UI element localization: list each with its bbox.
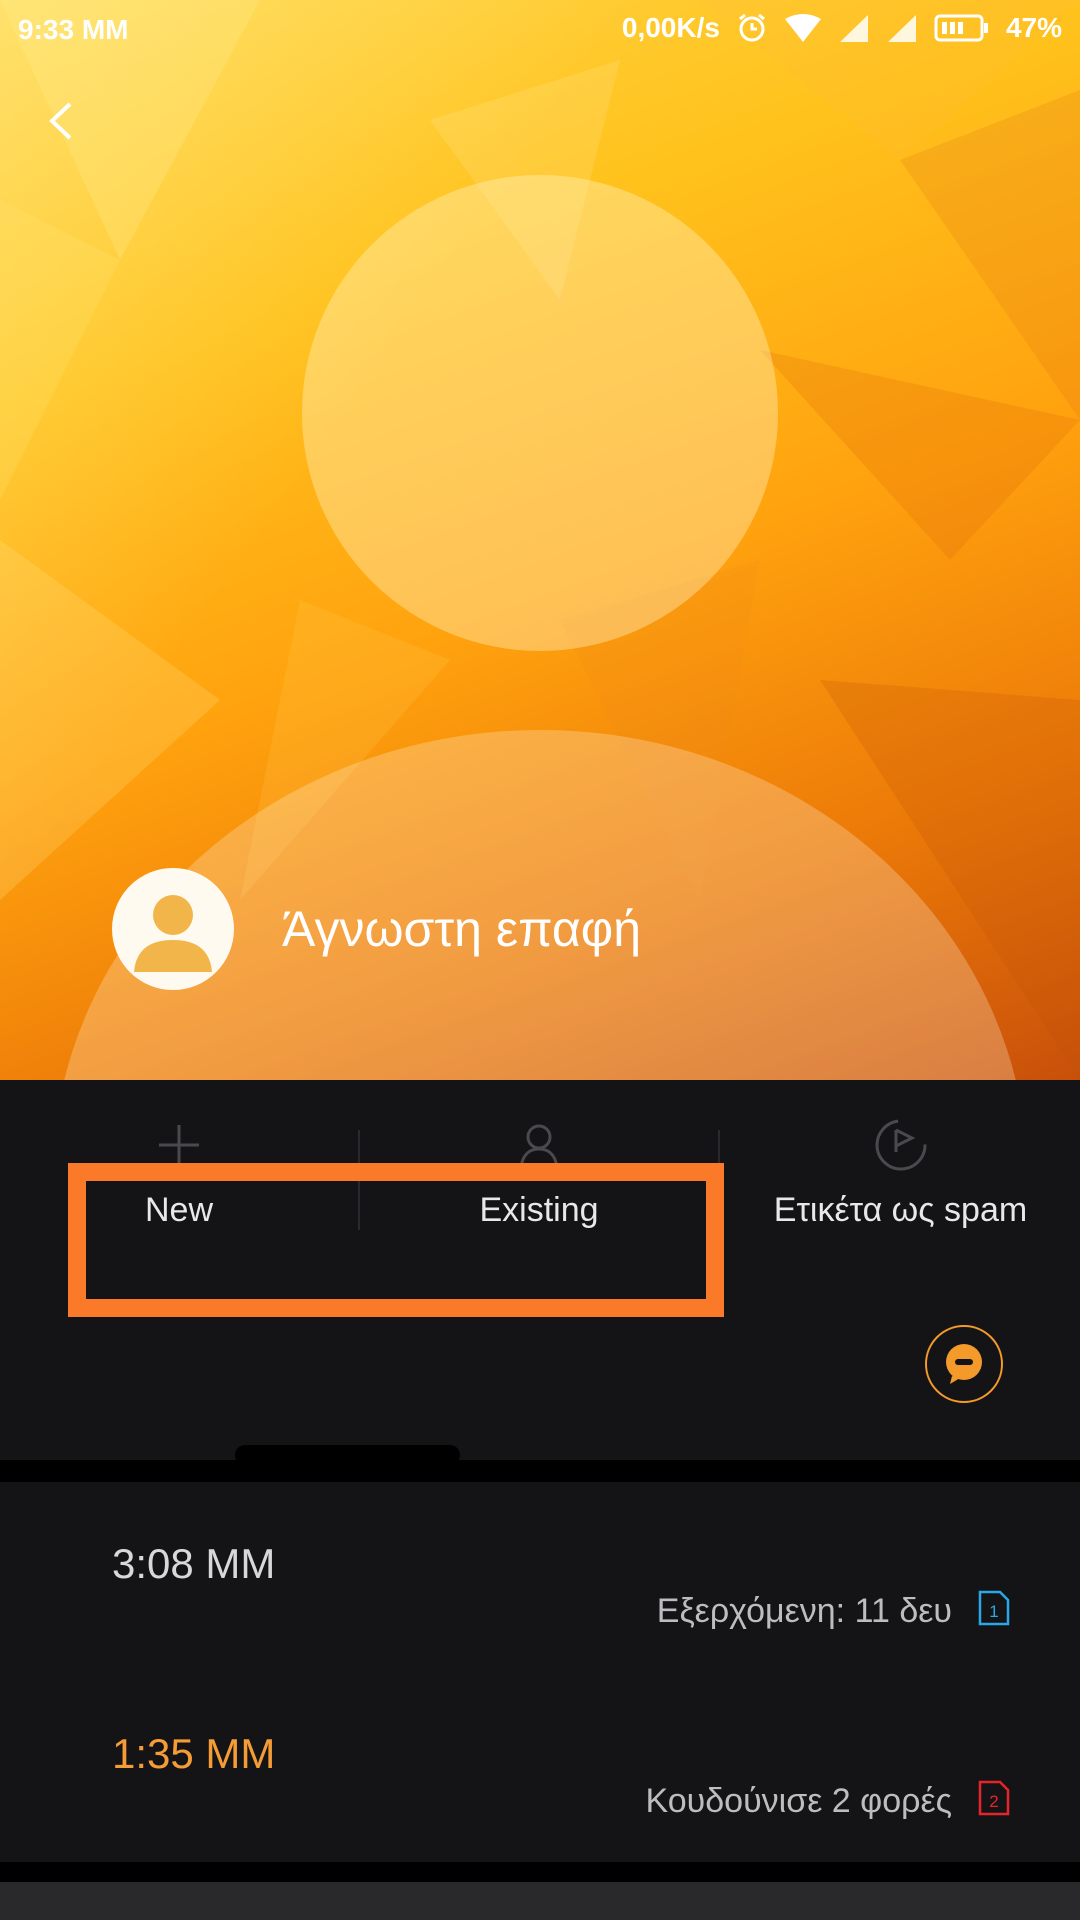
signal-icon — [839, 15, 868, 42]
bottom-edge — [0, 1862, 1080, 1882]
svg-text:2: 2 — [989, 1792, 998, 1811]
navigation-bar — [0, 1882, 1080, 1920]
status-icons: 0,00K/s 47% — [622, 12, 1062, 44]
call-time: 3:08 MM — [112, 1540, 276, 1587]
plus-icon — [159, 1125, 199, 1165]
sim-1-icon: 1 — [978, 1590, 1010, 1626]
highlight-box — [68, 1163, 724, 1317]
battery-percent: 47% — [1005, 12, 1062, 43]
wifi-icon — [784, 14, 821, 42]
status-time: 9:33 MM — [18, 14, 129, 45]
mark-spam-label: Ετικέτα ως spam — [773, 1191, 1028, 1229]
chat-bubble-icon — [946, 1344, 982, 1384]
contact-name: Άγνωστη επαφή — [282, 901, 642, 957]
person-silhouette-icon — [134, 895, 212, 972]
contact-avatar[interactable] — [112, 868, 234, 990]
call-detail: Εξερχόμενη: 11 δευ — [656, 1592, 952, 1630]
call-log-row[interactable]: 1:35 MM Κουδούνισε 2 φορές 2 — [0, 1680, 1080, 1870]
svg-text:1: 1 — [989, 1602, 998, 1621]
status-bar: 9:33 MM 0,00K/s 47% — [0, 0, 1080, 60]
section-separator — [0, 1460, 1080, 1482]
mark-spam-button[interactable]: Ετικέτα ως spam — [758, 1115, 1043, 1235]
network-speed: 0,00K/s — [621, 12, 720, 43]
sim-2-icon: 2 — [978, 1780, 1010, 1816]
call-log-row[interactable]: 3:08 MM Εξερχόμενη: 11 δευ 1 — [0, 1490, 1080, 1680]
call-detail: Κουδούνισε 2 φορές — [645, 1782, 952, 1820]
chevron-left-icon — [49, 102, 72, 140]
message-button[interactable] — [925, 1325, 1003, 1403]
battery-icon — [934, 14, 988, 42]
signal-icon-2 — [887, 15, 916, 42]
back-button[interactable] — [36, 96, 86, 146]
contact-header-background: Άγνωστη επαφή — [0, 0, 1080, 1080]
person-icon — [519, 1124, 559, 1168]
call-time: 1:35 MM — [112, 1730, 276, 1777]
flag-icon — [875, 1119, 926, 1171]
decorative-circle — [302, 175, 778, 651]
alarm-icon — [739, 13, 765, 42]
